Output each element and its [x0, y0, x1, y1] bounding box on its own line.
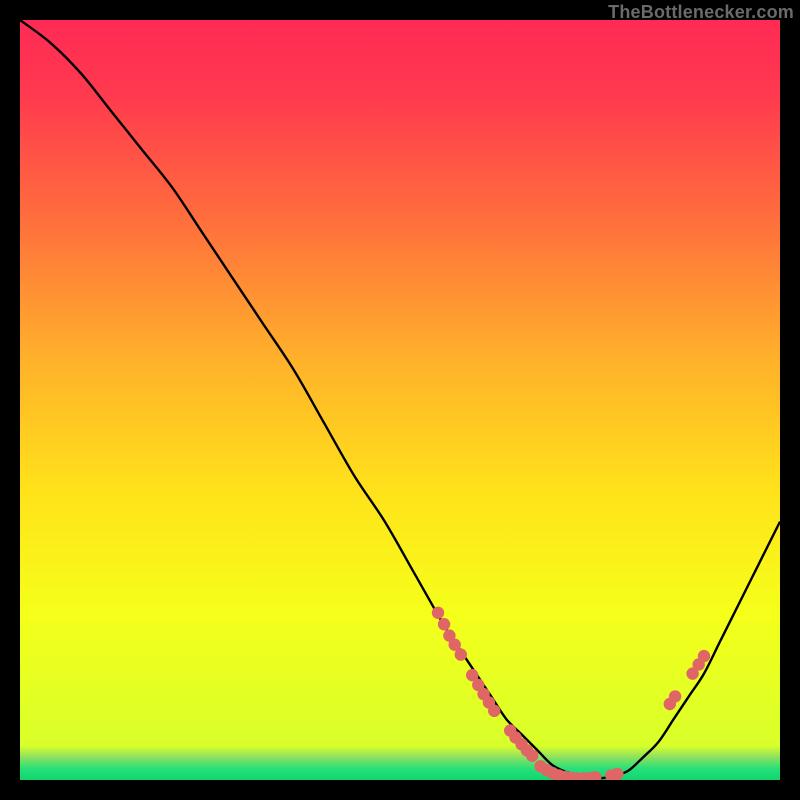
gradient-background — [20, 20, 780, 780]
marker-dot — [526, 749, 538, 761]
marker-dot — [669, 690, 681, 702]
chart-stage: TheBottlenecker.com — [0, 0, 800, 800]
marker-dot — [698, 650, 710, 662]
marker-dot — [488, 705, 500, 717]
bottleneck-chart — [20, 20, 780, 780]
marker-dot — [438, 618, 450, 630]
marker-dot — [455, 648, 467, 660]
marker-dot — [432, 607, 444, 619]
marker-dot — [611, 768, 623, 780]
